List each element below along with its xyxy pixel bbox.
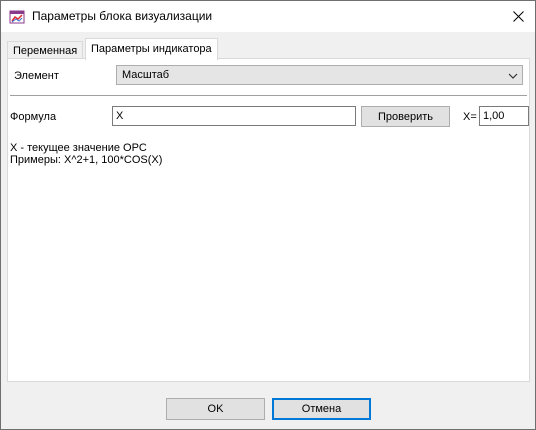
- x-value-input[interactable]: 1,00: [479, 106, 529, 126]
- app-window-icon: [9, 10, 25, 24]
- close-button[interactable]: [501, 1, 535, 32]
- element-label: Элемент: [14, 70, 59, 82]
- element-select[interactable]: Масштаб: [116, 65, 523, 85]
- window-title: Параметры блока визуализации: [32, 9, 213, 23]
- x-label: X=: [463, 111, 477, 123]
- tab-indicator-params[interactable]: Параметры индикатора: [85, 38, 218, 60]
- hint-current-value: X - текущее значение OPC: [10, 142, 147, 154]
- separator: [10, 95, 527, 96]
- close-icon: [512, 11, 524, 22]
- tab-panel: Элемент Масштаб Формула X Проверить X= 1…: [7, 58, 530, 382]
- cancel-button[interactable]: Отмена: [272, 398, 371, 420]
- element-select-value: Масштаб: [122, 69, 170, 81]
- dialog-window: Параметры блока визуализации Переменная …: [0, 0, 536, 430]
- formula-input[interactable]: X: [112, 106, 356, 126]
- hint-examples: Примеры: X^2+1, 100*COS(X): [10, 154, 163, 166]
- ok-button[interactable]: OK: [166, 398, 265, 420]
- check-button[interactable]: Проверить: [361, 106, 450, 127]
- chevron-down-icon: [508, 73, 518, 79]
- title-bar: Параметры блока визуализации: [1, 1, 535, 32]
- formula-label: Формула: [10, 111, 57, 123]
